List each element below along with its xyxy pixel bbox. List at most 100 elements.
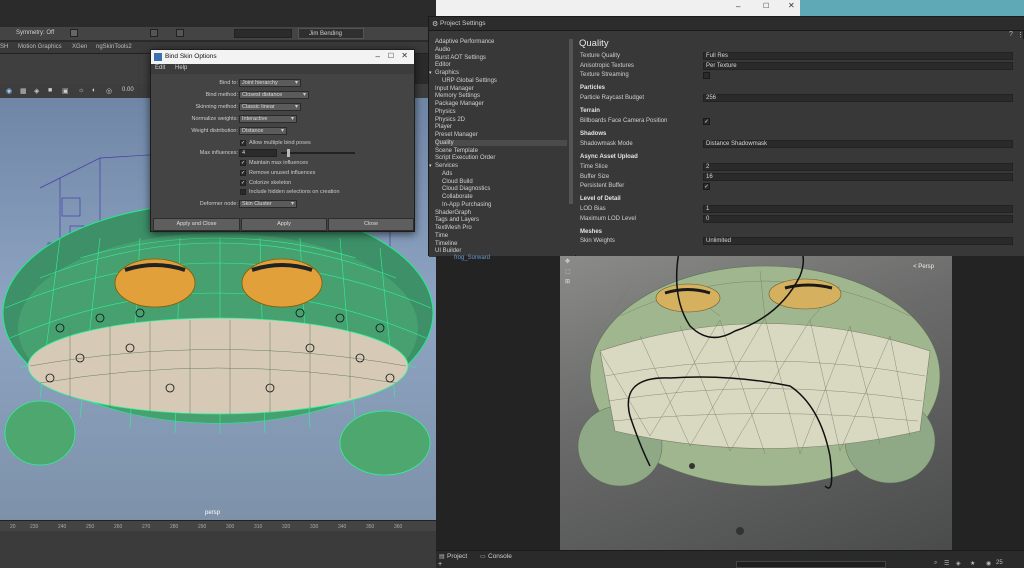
sidebar-item[interactable]: Scene Template — [435, 148, 478, 154]
allow-multiple-checkbox[interactable]: ✓ — [240, 140, 246, 146]
minimize-icon[interactable]: – — [736, 2, 740, 11]
sidebar-item[interactable]: Adaptive Performance — [435, 39, 494, 45]
setting-checkbox[interactable]: ✓ — [703, 117, 710, 125]
sidebar-item[interactable]: Cloud Build — [442, 179, 473, 185]
setting-value-field[interactable]: Per Texture — [703, 61, 1013, 70]
setting-value-field[interactable]: 16 — [703, 172, 1013, 181]
menu-help[interactable]: Help — [175, 65, 187, 71]
project-search-input[interactable] — [736, 561, 886, 568]
bind-to-dropdown[interactable]: Joint hierarchy — [239, 79, 301, 87]
isolate-icon[interactable]: ◎ — [106, 87, 112, 95]
scene-view[interactable]: < Persp ✥ ⬚ ⊞ — [560, 256, 952, 550]
symmetry-dropdown[interactable]: Symmetry: Off — [16, 30, 54, 36]
close-icon[interactable]: ✕ — [401, 51, 408, 60]
sidebar-item[interactable]: ShaderGraph — [435, 210, 471, 216]
filter-icon[interactable]: ☰ — [944, 560, 949, 567]
sidebar-item[interactable]: UI Builder — [435, 248, 461, 254]
maximize-icon[interactable]: ☐ — [388, 52, 394, 60]
remove-unused-checkbox[interactable]: ✓ — [240, 170, 246, 176]
sidebar-item[interactable]: Time — [435, 233, 448, 239]
close-icon[interactable]: ✕ — [788, 1, 795, 10]
minimize-icon[interactable]: – — [376, 52, 380, 61]
tab-project[interactable]: Project — [447, 553, 467, 560]
sidebar-item[interactable]: Script Execution Order — [435, 155, 495, 161]
setting-value-field[interactable]: 256 — [703, 94, 1013, 102]
help-icon[interactable]: ? — [1009, 31, 1013, 38]
shelf-tab[interactable]: XGen — [72, 44, 87, 50]
shaded-icon[interactable]: ■ — [48, 87, 52, 94]
shelf-tab[interactable]: SH — [0, 44, 8, 50]
apply-button[interactable]: Apply — [241, 218, 327, 231]
transform-tool-icon[interactable]: ⊞ — [565, 278, 570, 285]
sidebar-item[interactable]: Burst AOT Settings — [435, 55, 486, 61]
weight-distribution-dropdown[interactable]: Distance — [239, 127, 287, 135]
include-hidden-checkbox[interactable] — [240, 189, 246, 195]
tab-console[interactable]: Console — [488, 553, 512, 560]
sidebar-item[interactable]: In-App Purchasing — [442, 202, 491, 208]
normalize-weights-dropdown[interactable]: Interactive — [239, 115, 297, 123]
sidebar-item[interactable]: Cloud Diagnostics — [442, 186, 490, 192]
window-title[interactable]: Project Settings — [440, 20, 486, 27]
sidebar-item[interactable]: Ads — [442, 171, 452, 177]
sidebar-item[interactable]: Player — [435, 124, 452, 130]
light-icon[interactable]: ☼ — [78, 87, 84, 94]
settings-menu-icon[interactable]: ⋮ — [1017, 31, 1024, 39]
sidebar-item[interactable]: Preset Manager — [435, 132, 478, 138]
setting-value-field[interactable]: 2 — [703, 163, 1013, 171]
move-tool-icon[interactable]: ✥ — [565, 258, 570, 265]
sidebar-scrollbar[interactable] — [569, 39, 573, 204]
search-icon[interactable]: ⌕ — [934, 560, 937, 567]
deformer-node-dropdown[interactable]: Skin Cluster — [239, 200, 297, 208]
maintain-max-checkbox[interactable]: ✓ — [240, 160, 246, 166]
setting-value-field[interactable]: 0 — [703, 214, 1013, 223]
chevron-down-icon[interactable]: ▾ — [429, 70, 432, 76]
setting-value-field[interactable]: Unlimited — [703, 237, 1013, 245]
render-icon[interactable] — [176, 29, 184, 37]
sidebar-item[interactable]: Input Manager — [435, 86, 474, 92]
star-icon[interactable]: ★ — [970, 560, 975, 567]
shelf-tab[interactable]: ngSkinTools2 — [96, 44, 132, 50]
sidebar-item[interactable]: Package Manager — [435, 101, 484, 107]
wireframe-icon[interactable]: ◈ — [34, 87, 39, 95]
colorize-skeleton-checkbox[interactable]: ✓ — [240, 180, 246, 186]
shelf-tab[interactable]: Motion Graphics — [18, 44, 62, 50]
tool-icon[interactable] — [70, 29, 78, 37]
user-account-button[interactable]: Jim Bending — [298, 28, 364, 39]
timeline[interactable]: 20 230 240 250 260 270 280 290 300 310 3… — [0, 520, 436, 568]
sidebar-item[interactable]: Quality — [435, 139, 567, 146]
skinning-method-dropdown[interactable]: Classic linear — [239, 103, 301, 111]
sidebar-item[interactable]: Memory Settings — [435, 93, 480, 99]
grid-icon[interactable]: ▦ — [20, 87, 27, 95]
sidebar-item[interactable]: Physics 2D — [435, 117, 465, 123]
snap-icon[interactable] — [150, 29, 158, 37]
bind-method-dropdown[interactable]: Closest distance — [239, 91, 309, 99]
dialog-title-bar[interactable]: Bind Skin Options – ☐ ✕ — [151, 50, 414, 64]
add-icon[interactable]: + — [438, 561, 442, 568]
setting-value-field[interactable]: Distance Shadowmask — [703, 140, 1013, 148]
max-influences-input[interactable]: 4 — [239, 149, 277, 157]
sidebar-item[interactable]: Timeline — [435, 241, 457, 247]
sidebar-item[interactable]: ▾ Services — [429, 163, 458, 169]
texture-icon[interactable]: ▣ — [62, 87, 69, 95]
setting-checkbox[interactable] — [703, 71, 710, 79]
sidebar-item[interactable]: Physics — [435, 109, 456, 115]
menu-edit[interactable]: Edit — [155, 65, 165, 71]
sidebar-item[interactable]: Collaborate — [442, 194, 473, 200]
close-button[interactable]: Close — [328, 218, 414, 231]
sidebar-item[interactable]: Tags and Layers — [435, 217, 479, 223]
maximize-icon[interactable]: ☐ — [763, 2, 769, 10]
setting-value-field[interactable]: Full Res — [703, 52, 1013, 60]
max-influences-slider-track[interactable] — [281, 152, 355, 154]
scene-camera-label[interactable]: < Persp — [913, 264, 934, 270]
setting-value-field[interactable]: 1 — [703, 205, 1013, 213]
label-icon[interactable]: ◈ — [956, 560, 961, 567]
chevron-down-icon[interactable]: ▾ — [429, 163, 432, 169]
sidebar-item[interactable]: TextMesh Pro — [435, 225, 472, 231]
eye-icon[interactable]: ◉ — [986, 560, 991, 567]
search-input[interactable] — [234, 29, 292, 38]
max-influences-slider-handle[interactable] — [287, 149, 290, 157]
apply-and-close-button[interactable]: Apply and Close — [153, 218, 240, 231]
sidebar-item[interactable]: URP Global Settings — [442, 78, 497, 84]
sidebar-item[interactable]: Audio — [435, 47, 450, 53]
setting-checkbox[interactable]: ✓ — [703, 182, 710, 190]
